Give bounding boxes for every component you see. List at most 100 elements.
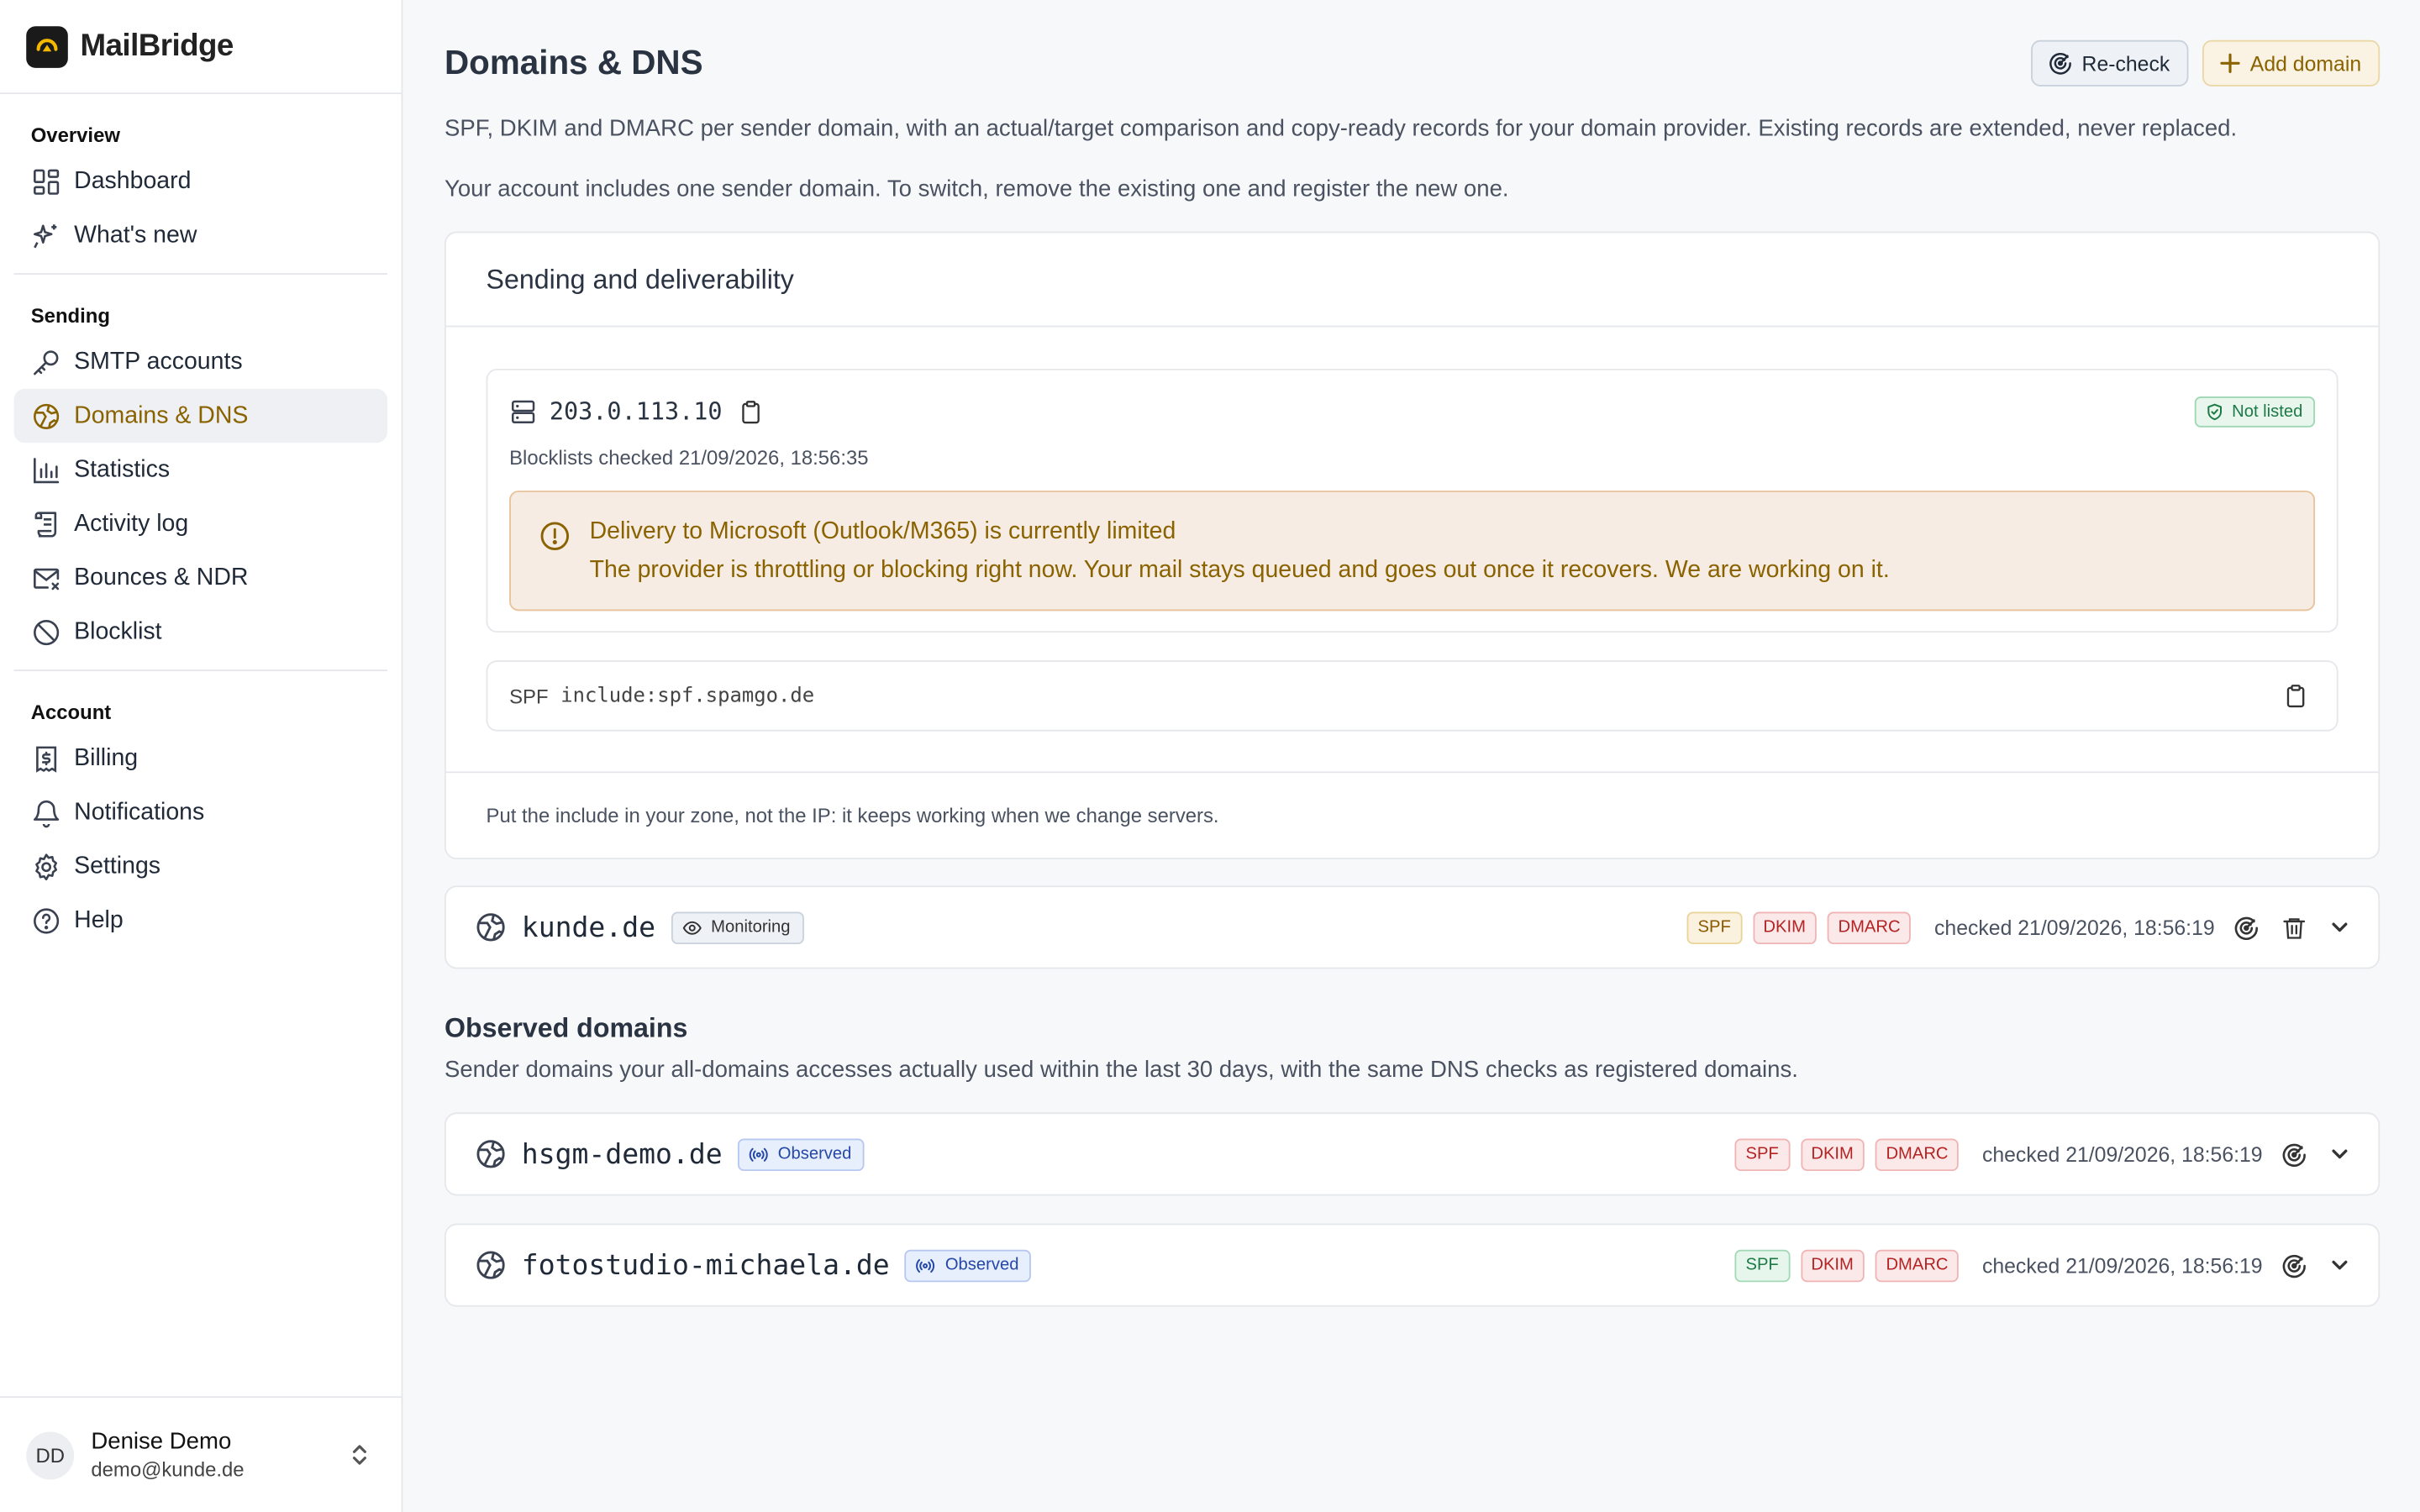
spf-status-chip: SPF: [1734, 1137, 1790, 1171]
globe-icon: [31, 401, 62, 432]
deliverability-hint: Put the include in your zone, not the IP…: [445, 771, 2379, 858]
key-icon: [31, 346, 62, 377]
ip-address: 203.0.113.10: [549, 397, 723, 426]
sidebar-item-label: Bounces & NDR: [74, 564, 249, 591]
chevron-down-icon[interactable]: [2329, 1254, 2351, 1276]
monitoring-badge: Monitoring: [671, 911, 805, 944]
sidebar-item-help[interactable]: Help: [14, 893, 387, 947]
main-content: Domains & DNS Re-check Add domain SPF, D…: [402, 0, 2420, 1512]
sidebar-item-billing[interactable]: Billing: [14, 732, 387, 785]
sidebar-item-smtp-accounts[interactable]: SMTP accounts: [14, 335, 387, 389]
observed-domain-row[interactable]: fotostudio-michaela.de Observed SPF DKIM…: [444, 1223, 2381, 1307]
nav-group-account: Account Billing Notifications Settings H…: [0, 671, 402, 948]
observed-domains-title: Observed domains: [444, 1011, 688, 1043]
observed-badge: Observed: [905, 1248, 1032, 1282]
receipt-icon: [31, 743, 62, 774]
sidebar-item-label: Blocklist: [74, 617, 162, 644]
spf-status-chip: SPF: [1734, 1248, 1790, 1282]
radio-icon: [916, 1255, 936, 1275]
mail-x-icon: [31, 562, 62, 593]
blocklist-checked-time: Blocklists checked 21/09/2026, 18:56:35: [509, 445, 869, 470]
deliverability-title: Sending and deliverability: [445, 233, 2379, 328]
recheck-domain-icon[interactable]: [2281, 1252, 2307, 1278]
globe-icon: [474, 1248, 508, 1282]
sidebar: MailBridge Overview Dashboard What's new…: [0, 0, 403, 1512]
sidebar-item-whats-new[interactable]: What's new: [14, 208, 387, 262]
sidebar-item-label: SMTP accounts: [74, 348, 243, 375]
logo-icon: [26, 25, 68, 67]
dkim-status-chip: DKIM: [1800, 1248, 1865, 1282]
checked-time: checked 21/09/2026, 18:56:19: [1934, 916, 2215, 939]
globe-icon: [474, 911, 508, 944]
dashboard-icon: [31, 165, 62, 197]
sidebar-item-dashboard[interactable]: Dashboard: [14, 155, 387, 208]
observed-domains-subtitle: Sender domains your all-domains accesses…: [444, 1057, 1798, 1084]
sidebar-item-label: Domains & DNS: [74, 402, 249, 428]
trash-icon[interactable]: [2281, 914, 2307, 940]
copy-ip-icon[interactable]: [738, 399, 764, 425]
page-title: Domains & DNS: [444, 43, 703, 82]
domain-row[interactable]: kunde.de Monitoring SPF DKIM DMARC check…: [444, 885, 2381, 969]
server-icon: [509, 398, 537, 426]
alert-circle-icon: [539, 520, 571, 585]
brand[interactable]: MailBridge: [0, 0, 402, 95]
dkim-status-chip: DKIM: [1752, 911, 1817, 944]
nav-title-overview: Overview: [30, 123, 120, 147]
checked-time: checked 21/09/2026, 18:56:19: [1981, 1142, 2263, 1166]
sidebar-item-statistics[interactable]: Statistics: [14, 443, 387, 496]
sidebar-item-label: Statistics: [74, 455, 171, 482]
bell-icon: [31, 797, 62, 828]
sidebar-item-blocklist[interactable]: Blocklist: [14, 605, 387, 659]
dmarc-status-chip: DMARC: [1827, 911, 1912, 944]
observed-domain-row[interactable]: hsgm-demo.de Observed SPF DKIM DMARC che…: [444, 1112, 2381, 1196]
recheck-domain-icon[interactable]: [2233, 914, 2260, 940]
sidebar-item-domains-dns[interactable]: Domains & DNS: [13, 388, 388, 444]
radio-icon: [749, 1144, 769, 1164]
listing-status-badge: Not listed: [2195, 396, 2316, 428]
plus-icon: [2219, 52, 2241, 74]
brand-name: MailBridge: [80, 28, 234, 63]
delivery-warning-alert: Delivery to Microsoft (Outlook/M365) is …: [509, 491, 2316, 612]
dmarc-status-chip: DMARC: [1875, 1248, 1960, 1282]
observed-badge: Observed: [738, 1137, 865, 1171]
shield-check-icon: [2206, 402, 2224, 421]
avatar: DD: [26, 1431, 75, 1479]
recheck-label: Re-check: [2081, 51, 2170, 76]
scroll-icon: [31, 508, 62, 539]
sidebar-item-label: Activity log: [74, 510, 189, 537]
monitoring-label: Monitoring: [711, 917, 791, 937]
sidebar-item-activity-log[interactable]: Activity log: [14, 496, 387, 550]
recheck-button[interactable]: Re-check: [2030, 39, 2189, 87]
sidebar-item-label: Help: [74, 906, 124, 933]
domain-name: fotostudio-michaela.de: [521, 1248, 890, 1282]
sidebar-item-settings[interactable]: Settings: [14, 839, 387, 893]
add-domain-label: Add domain: [2249, 51, 2362, 76]
nav-group-overview: Overview Dashboard What's new: [0, 94, 402, 262]
user-menu[interactable]: DD Denise Demo demo@kunde.de: [0, 1396, 402, 1512]
copy-spf-icon[interactable]: [2282, 684, 2308, 710]
spf-status-chip: SPF: [1686, 911, 1742, 944]
help-icon: [31, 905, 62, 936]
gear-icon: [31, 851, 62, 882]
nav-title-account: Account: [30, 700, 112, 724]
sidebar-item-label: Billing: [74, 744, 139, 771]
chevron-down-icon[interactable]: [2329, 1143, 2351, 1165]
user-email: demo@kunde.de: [91, 1457, 245, 1482]
page-header: Domains & DNS Re-check Add domain: [444, 0, 2381, 127]
sidebar-item-label: Notifications: [74, 798, 205, 825]
chevron-down-icon[interactable]: [2329, 916, 2351, 938]
add-domain-button[interactable]: Add domain: [2202, 39, 2381, 87]
sidebar-item-notifications[interactable]: Notifications: [14, 785, 387, 839]
alert-text: The provider is throttling or blocking r…: [589, 557, 1890, 584]
alert-title: Delivery to Microsoft (Outlook/M365) is …: [589, 518, 1176, 545]
sidebar-item-bounces-ndr[interactable]: Bounces & NDR: [14, 551, 387, 605]
dkim-status-chip: DKIM: [1800, 1137, 1865, 1171]
eye-icon: [681, 917, 702, 937]
checked-time: checked 21/09/2026, 18:56:19: [1981, 1253, 2263, 1277]
globe-icon: [474, 1137, 508, 1171]
recheck-domain-icon[interactable]: [2281, 1141, 2307, 1167]
intro-text: SPF, DKIM and DMARC per sender domain, w…: [444, 115, 2238, 142]
ip-panel: 203.0.113.10 Not listed Blocklists check…: [486, 368, 2338, 633]
radar-icon: [2048, 51, 2072, 76]
chevron-up-down-icon[interactable]: [349, 1441, 371, 1468]
